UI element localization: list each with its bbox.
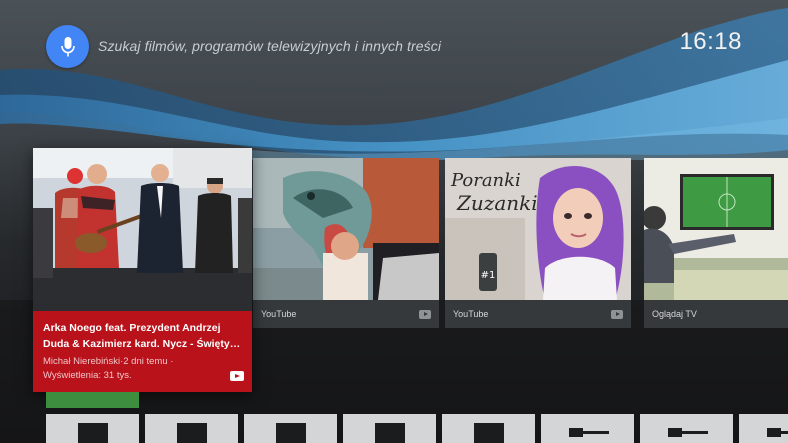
- tv-screen-icon: [78, 423, 108, 443]
- video-card[interactable]: #1 Poranki Zuzanki YouTube: [445, 158, 631, 328]
- app-tile[interactable]: [541, 414, 634, 443]
- youtube-icon: [230, 371, 244, 381]
- clock: 16:18: [679, 28, 742, 55]
- video-thumbnail: [253, 158, 439, 300]
- tv-thumbnail: [644, 158, 788, 300]
- app-tile[interactable]: [244, 414, 337, 443]
- app-tile[interactable]: [442, 414, 535, 443]
- watch-tv-card[interactable]: Oglądaj TV: [644, 158, 788, 328]
- video-info: Arka Noego feat. Prezydent Andrzej Duda …: [43, 320, 248, 383]
- video-thumbnail: [33, 148, 252, 311]
- video-title: Arka Noego feat. Prezydent Andrzej Duda …: [43, 322, 241, 350]
- hdmi-cable-icon: [569, 428, 609, 437]
- hdmi-cable-icon: [668, 428, 708, 437]
- card-footer: Oglądaj TV: [644, 300, 788, 328]
- app-tile[interactable]: [739, 414, 788, 443]
- voice-search-button[interactable]: [46, 25, 89, 68]
- card-footer: YouTube: [253, 300, 439, 328]
- video-card[interactable]: YouTube: [253, 158, 439, 328]
- card-source-label: Oglądaj TV: [652, 309, 697, 319]
- app-tile-highlight: [46, 392, 139, 408]
- tv-screen-icon: [177, 423, 207, 443]
- video-channel-date: Michał Nierebiński·2 dni temu ·: [43, 356, 174, 367]
- app-tile[interactable]: [145, 414, 238, 443]
- hdmi-cable-icon: [767, 428, 788, 437]
- youtube-icon: [419, 309, 431, 319]
- mic-icon: [60, 36, 75, 56]
- tv-screen-icon: [276, 423, 306, 443]
- app-tile[interactable]: [343, 414, 436, 443]
- thumbnail-title-line2: Zuzanki: [456, 191, 538, 215]
- hashtag-text: #1: [481, 270, 496, 281]
- card-source-label: YouTube: [453, 309, 489, 319]
- search-input[interactable]: Szukaj filmów, programów telewizyjnych i…: [98, 38, 441, 54]
- youtube-icon: [611, 309, 623, 319]
- focused-video-card[interactable]: Arka Noego feat. Prezydent Andrzej Duda …: [33, 148, 252, 392]
- tv-screen-icon: [375, 423, 405, 443]
- app-tile[interactable]: [640, 414, 733, 443]
- card-footer: YouTube: [445, 300, 631, 328]
- app-tile[interactable]: [46, 414, 139, 443]
- thumbnail-title-line1: Poranki: [450, 170, 521, 191]
- video-views: Wyświetlenia: 31 tys.: [43, 370, 132, 381]
- card-source-label: YouTube: [261, 309, 297, 319]
- video-thumbnail: #1 Poranki Zuzanki: [445, 158, 631, 300]
- tv-screen-icon: [474, 423, 504, 443]
